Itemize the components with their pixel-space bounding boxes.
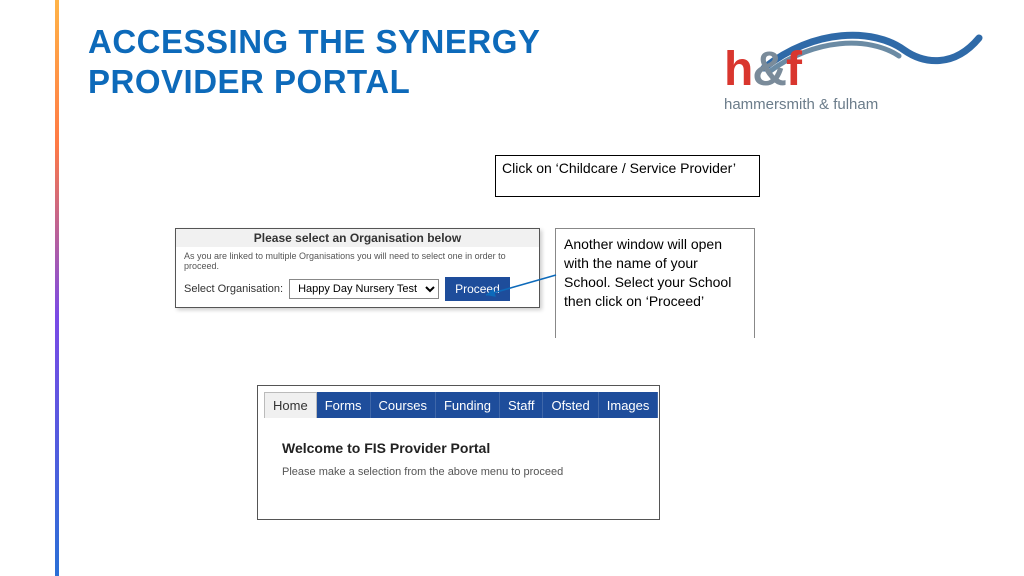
welcome-sub: Please make a selection from the above m… <box>282 466 635 478</box>
org-panel-head: Please select an Organisation below <box>176 229 539 247</box>
portal-navbar: Home Forms Courses Funding Staff Ofsted … <box>264 392 653 418</box>
tab-forms[interactable]: Forms <box>317 392 371 418</box>
tab-courses-label: Courses <box>379 398 427 413</box>
tab-ofsted-label: Ofsted <box>551 398 589 413</box>
brand-amp: & <box>752 43 786 96</box>
tab-forms-label: Forms <box>325 398 362 413</box>
tab-staff[interactable]: Staff <box>500 392 544 418</box>
portal-panel: Home Forms Courses Funding Staff Ofsted … <box>257 385 660 520</box>
brand-logo: h&f hammersmith & fulham <box>724 26 984 116</box>
callout-click-provider: Click on ‘Childcare / Service Provider’ <box>495 155 760 197</box>
org-select[interactable]: Happy Day Nursery Test <box>289 279 439 299</box>
tab-funding[interactable]: Funding <box>436 392 500 418</box>
tab-images[interactable]: Images <box>599 392 659 418</box>
accent-bar <box>55 0 59 576</box>
welcome-heading: Welcome to FIS Provider Portal <box>282 440 635 456</box>
brand-f: f <box>786 43 801 96</box>
tab-home-label: Home <box>273 398 308 413</box>
org-panel-sub: As you are linked to multiple Organisati… <box>184 251 531 271</box>
org-select-panel: Please select an Organisation below As y… <box>175 228 540 308</box>
callout-select-school: Another window will open with the name o… <box>555 228 755 338</box>
brand-h: h <box>724 43 752 96</box>
tab-staff-label: Staff <box>508 398 535 413</box>
brand-wordmark: h&f <box>724 42 801 97</box>
tab-funding-label: Funding <box>444 398 491 413</box>
org-select-label: Select Organisation: <box>184 283 283 295</box>
tab-images-label: Images <box>607 398 650 413</box>
proceed-button[interactable]: Proceed <box>445 277 510 301</box>
brand-sub: hammersmith & fulham <box>724 96 878 113</box>
tab-ofsted[interactable]: Ofsted <box>543 392 598 418</box>
page-title: Accessing the Synergy Provider Portal <box>88 22 648 101</box>
tab-courses[interactable]: Courses <box>371 392 436 418</box>
tab-home[interactable]: Home <box>264 392 317 418</box>
